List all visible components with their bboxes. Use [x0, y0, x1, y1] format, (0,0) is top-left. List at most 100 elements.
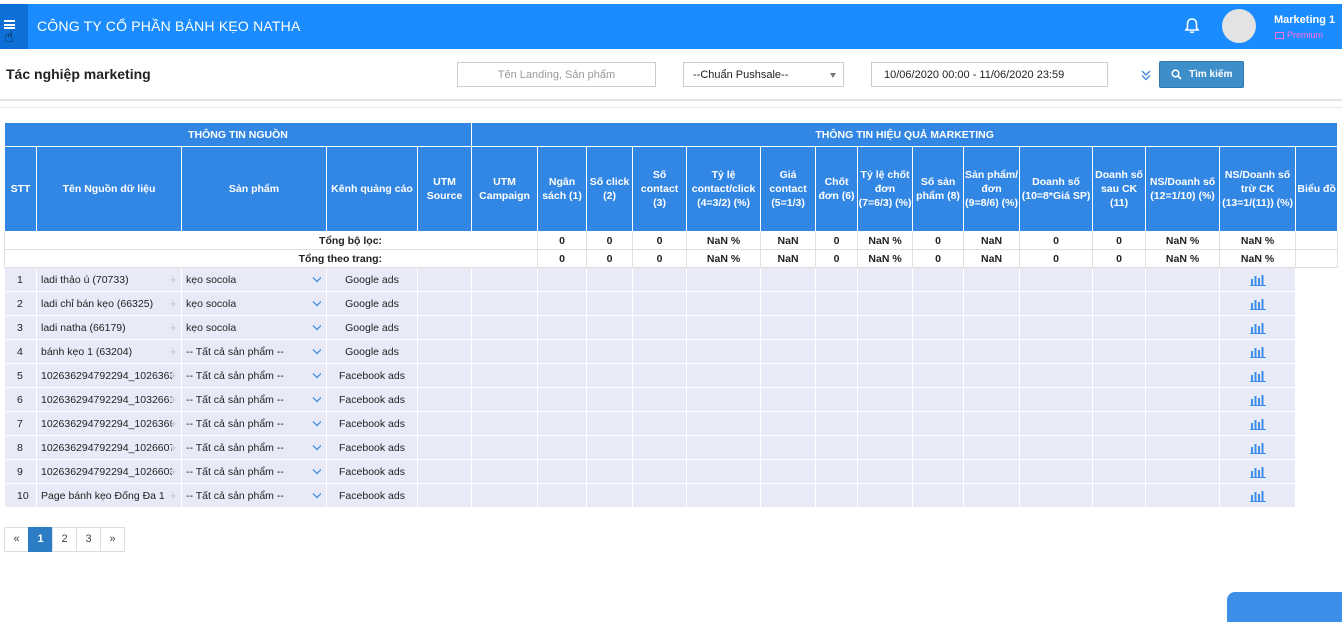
bar-chart-icon[interactable]	[1249, 466, 1266, 478]
row-product-select[interactable]: -- Tất cả sản phẩm --	[181, 435, 327, 460]
row-chart-cell[interactable]	[1219, 387, 1297, 412]
row-product-value: -- Tất cả sản phẩm --	[186, 489, 284, 502]
bar-chart-icon[interactable]	[1249, 490, 1266, 502]
plus-icon[interactable]: +	[169, 272, 177, 287]
col-stt: STT	[4, 146, 37, 232]
row-stt: 6	[4, 387, 37, 412]
avatar[interactable]	[1222, 9, 1256, 43]
date-range-input[interactable]: 10/06/2020 00:00 - 11/06/2020 23:59	[871, 62, 1108, 87]
pushsale-select[interactable]: --Chuẩn Pushsale--	[683, 62, 844, 87]
row-chart-cell[interactable]	[1219, 291, 1297, 316]
total-label: Tổng theo trang:	[3, 249, 539, 268]
row-product-value: kẹo socola	[186, 273, 237, 286]
row-metric-cell	[537, 411, 588, 436]
plus-icon[interactable]: +	[169, 464, 177, 479]
total-cell: NaN %	[1145, 231, 1221, 250]
row-metric-cell	[471, 291, 539, 316]
row-product-select[interactable]: -- Tất cả sản phẩm --	[181, 387, 327, 412]
pagination-page-2[interactable]: 2	[52, 527, 77, 552]
group-header-marketing: THÔNG TIN HIỆU QUẢ MARKETING	[471, 122, 1339, 147]
row-chart-cell[interactable]	[1219, 315, 1297, 340]
row-chart-cell[interactable]	[1219, 435, 1297, 460]
chevron-down-icon	[312, 277, 322, 283]
bar-chart-icon[interactable]	[1249, 442, 1266, 454]
row-metric-cell	[912, 411, 965, 436]
bar-chart-icon[interactable]	[1249, 370, 1266, 382]
row-metric-cell	[963, 339, 1021, 364]
pagination-next[interactable]: »	[100, 527, 125, 552]
row-metric-cell	[586, 339, 634, 364]
row-product-select[interactable]: -- Tất cả sản phẩm --	[181, 339, 327, 364]
row-source: 102636294792294_1032661 +	[36, 387, 182, 412]
search-icon	[1171, 69, 1182, 80]
bar-chart-icon[interactable]	[1249, 322, 1266, 334]
plus-icon[interactable]: +	[169, 296, 177, 311]
bar-chart-icon[interactable]	[1249, 418, 1266, 430]
col-revenue-after-ck: Doanh số sau CK (11)	[1092, 146, 1147, 232]
row-metric-cell	[815, 363, 859, 388]
row-metric-cell	[632, 435, 688, 460]
row-product-select[interactable]: -- Tất cả sản phẩm --	[181, 363, 327, 388]
row-chart-cell[interactable]	[1219, 483, 1297, 508]
pagination-page-3[interactable]: 3	[76, 527, 101, 552]
row-stt: 5	[4, 363, 37, 388]
row-metric-cell	[686, 435, 762, 460]
col-revenue: Doanh số (10=8*Giá SP)	[1019, 146, 1094, 232]
row-product-select[interactable]: -- Tất cả sản phẩm --	[181, 459, 327, 484]
bar-chart-icon[interactable]	[1249, 394, 1266, 406]
row-metric-cell	[912, 435, 965, 460]
pagination-prev[interactable]: «	[4, 527, 29, 552]
row-chart-cell[interactable]	[1219, 339, 1297, 364]
row-stt: 1	[4, 267, 37, 292]
row-product-select[interactable]: -- Tất cả sản phẩm --	[181, 483, 327, 508]
row-metric-cell	[416, 267, 473, 292]
pagination-page-1[interactable]: 1	[28, 527, 53, 552]
row-chart-cell[interactable]	[1219, 267, 1297, 292]
plus-icon[interactable]: +	[169, 392, 177, 407]
row-metric-cell	[686, 483, 762, 508]
col-ns-revenue-ck: NS/Doanh số trừ CK (13=1/(11)) (%)	[1219, 146, 1297, 232]
plus-icon[interactable]: +	[169, 416, 177, 431]
marketing-table: THÔNG TIN NGUỒN THÔNG TIN HIỆU QUẢ MARKE…	[3, 122, 1339, 508]
user-name[interactable]: Marketing 1	[1274, 14, 1335, 26]
row-chart-cell[interactable]	[1219, 459, 1297, 484]
menu-button[interactable]: ☝	[0, 4, 28, 49]
table-row: 6 102636294792294_1032661 + -- Tất cả sản p…	[4, 387, 1338, 412]
row-source: 102636294792294_1026363 +	[36, 363, 182, 388]
row-metric-cell	[1019, 387, 1094, 412]
bell-icon[interactable]	[1183, 16, 1201, 36]
search-input[interactable]	[457, 62, 656, 87]
row-product-select[interactable]: -- Tất cả sản phẩm --	[181, 411, 327, 436]
plus-icon[interactable]: +	[169, 488, 177, 503]
row-metric-cell	[1092, 387, 1147, 412]
row-metric-cell	[686, 315, 762, 340]
bar-chart-icon[interactable]	[1249, 346, 1266, 358]
bar-chart-icon[interactable]	[1249, 274, 1266, 286]
row-metric-cell	[416, 291, 473, 316]
user-plan-label: Premium	[1287, 30, 1324, 40]
row-metric-cell	[537, 459, 588, 484]
row-channel: Facebook ads	[326, 483, 418, 508]
row-metric-cell	[857, 435, 914, 460]
floating-action-button[interactable]	[1227, 592, 1342, 622]
hand-cursor-icon: ☝	[4, 29, 14, 46]
plus-icon[interactable]: +	[169, 344, 177, 359]
total-cell: 0	[586, 249, 634, 268]
plus-icon[interactable]: +	[169, 368, 177, 383]
row-metric-cell	[537, 339, 588, 364]
row-chart-cell[interactable]	[1219, 363, 1297, 388]
double-chevron-down-icon[interactable]	[1140, 68, 1152, 82]
bar-chart-icon[interactable]	[1249, 298, 1266, 310]
row-product-select[interactable]: kẹo socola	[181, 267, 327, 292]
row-source-text: ladi natha (66179)	[41, 321, 126, 334]
row-metric-cell	[1092, 411, 1147, 436]
total-label: Tổng bộ lọc:	[3, 231, 539, 250]
plus-icon[interactable]: +	[169, 320, 177, 335]
row-product-select[interactable]: kẹo socola	[181, 291, 327, 316]
total-cell-empty	[1295, 249, 1339, 268]
row-product-select[interactable]: kẹo socola	[181, 315, 327, 340]
row-channel: Facebook ads	[326, 363, 418, 388]
plus-icon[interactable]: +	[169, 440, 177, 455]
search-button[interactable]: Tìm kiếm	[1159, 61, 1244, 88]
row-chart-cell[interactable]	[1219, 411, 1297, 436]
